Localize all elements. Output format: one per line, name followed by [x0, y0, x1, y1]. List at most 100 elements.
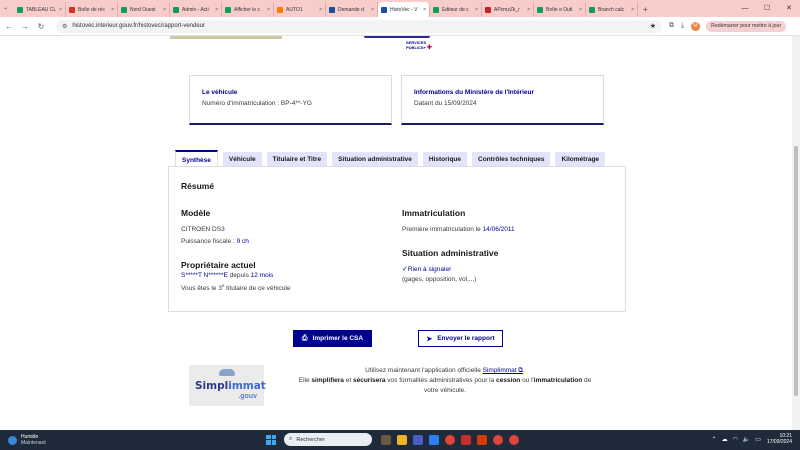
tab-close-icon[interactable]: × — [631, 7, 634, 13]
maximize-icon[interactable]: ☐ — [756, 0, 778, 17]
tab-favicon-icon — [173, 6, 179, 13]
promo-bold-securisera: sécurisera — [352, 377, 386, 384]
tab-synthese[interactable]: Synthèse — [175, 150, 218, 167]
browser-tab[interactable]: TABLEAU CL × — [14, 2, 66, 17]
tray-chevron-icon[interactable]: ⌃ — [712, 436, 717, 443]
promo-text-g: ou l' — [520, 377, 534, 384]
new-tab-button[interactable]: + — [638, 2, 653, 17]
site-info-icon[interactable]: ⚙ — [62, 23, 67, 30]
tab-situation-administrative[interactable]: Situation administrative — [332, 152, 418, 167]
back-icon[interactable]: ← — [2, 22, 16, 31]
volume-icon[interactable]: 🔈 — [743, 436, 750, 443]
page-scrollbar[interactable] — [792, 36, 800, 430]
acrobat-icon[interactable] — [461, 434, 471, 445]
simplimmat-logo[interactable]: Simplimmat .gouv — [189, 365, 266, 406]
owner-rank: Vous êtes le 3e titulaire de ce véhicule — [181, 283, 290, 292]
logo-main-text: Simpl — [195, 380, 229, 392]
tab-close-icon[interactable]: × — [527, 7, 530, 13]
browser-tab[interactable]: Boîte e Outl × — [534, 2, 586, 17]
browser-tab-label: Nord Ouest — [130, 6, 156, 13]
file-explorer-icon[interactable] — [397, 434, 407, 445]
tab-close-icon[interactable]: × — [371, 7, 374, 13]
browser-tab[interactable]: Demande d × — [326, 2, 378, 17]
browser-tab[interactable]: Editeur de c × — [430, 2, 482, 17]
tab-vehicule[interactable]: Véhicule — [222, 152, 262, 167]
tab-titulaire[interactable]: Titulaire et Titre — [266, 152, 328, 167]
owner-since-label: depuis — [227, 272, 251, 279]
window-controls: — ☐ ✕ — [734, 0, 800, 17]
logo-mark-icon: ✚ — [426, 45, 432, 51]
simplimmat-link[interactable]: Simplimmat — [483, 367, 517, 374]
scrollbar-thumb[interactable] — [794, 146, 798, 396]
tab-kilometrage[interactable]: Kilométrage — [555, 152, 606, 167]
print-csa-button[interactable]: ⎙ Imprimer le CSA — [293, 330, 372, 347]
page-content: SERVICES PUBLICS+✚ Le véhicule Numéro d'… — [0, 36, 792, 430]
browser-tab[interactable]: HistoVec - V × — [378, 2, 430, 17]
browser-tab[interactable]: Nord Ouest × — [118, 2, 170, 17]
owner-line: S*****T N******E depuis 12 mois — [181, 272, 273, 279]
browser-tab[interactable]: Afficher le c × — [222, 2, 274, 17]
tab-close-icon[interactable]: × — [267, 7, 270, 13]
services-publics-logo: SERVICES PUBLICS+✚ — [406, 40, 432, 51]
simplimmat-promo: Utilisez maintenant l'application offici… — [280, 366, 610, 396]
clock[interactable]: 10:21 17/09/2024 — [767, 433, 792, 445]
cloud-icon[interactable]: ☁ — [722, 436, 728, 443]
battery-icon[interactable]: ▭ — [755, 436, 761, 443]
tab-close-icon[interactable]: × — [163, 7, 166, 13]
taskbar-search[interactable]: ⌕ Rechercher — [284, 433, 372, 446]
browser-tab[interactable]: Branch calc × — [586, 2, 638, 17]
promo-bold-immatriculation: immatriculation — [533, 377, 583, 384]
car-icon — [219, 369, 235, 376]
tab-close-icon[interactable]: × — [215, 7, 218, 13]
registration-line: Première immatriculation le 14/06/2011 — [402, 226, 515, 233]
send-report-button[interactable]: ➤ Envoyer le rapport — [418, 330, 503, 347]
summary-panel: Résumé Modèle CITROEN DS3 Puissance fisc… — [168, 166, 626, 312]
browser-tab-label: Editeur de c — [442, 6, 469, 13]
tab-close-icon[interactable]: × — [579, 7, 582, 13]
tab-favicon-icon — [69, 6, 75, 13]
header-image-strip — [170, 36, 282, 39]
owner-rank-suffix: titulaire de ce véhicule — [224, 285, 291, 293]
tab-search-icon[interactable]: ⌄ — [3, 4, 8, 11]
vehicle-card: Le véhicule Numéro d'immatriculation : B… — [189, 75, 392, 125]
owner-rank-prefix: Vous êtes le 3 — [181, 285, 222, 293]
chrome-icon[interactable] — [445, 434, 455, 445]
task-view-icon[interactable] — [381, 434, 391, 445]
teams-icon[interactable] — [413, 434, 423, 445]
tab-close-icon[interactable]: × — [319, 7, 322, 13]
forward-icon[interactable]: → — [18, 22, 32, 31]
wifi-icon[interactable]: ◠ — [733, 436, 738, 443]
weather-widget[interactable]: Humide Maintenant — [8, 434, 46, 446]
restart-update-button[interactable]: Redémarrer pour mettre à jour — [706, 20, 787, 32]
extensions-icon[interactable]: ⧉ — [669, 22, 674, 30]
model-title: Modèle — [181, 208, 211, 218]
edge-icon[interactable] — [429, 434, 439, 445]
browser-tab[interactable]: APzmzZk_r × — [482, 2, 534, 17]
tab-close-icon[interactable]: × — [423, 7, 426, 13]
chrome-window-icon[interactable] — [509, 434, 519, 445]
promo-bold-simplifiera: simplifiera — [311, 377, 344, 384]
tab-close-icon[interactable]: × — [475, 7, 478, 13]
tab-historique[interactable]: Historique — [422, 152, 468, 167]
browser-tab[interactable]: AUTO1 × — [274, 2, 326, 17]
reload-icon[interactable]: ↻ — [34, 22, 48, 31]
minimize-icon[interactable]: — — [734, 0, 756, 17]
tab-close-icon[interactable]: × — [111, 7, 114, 13]
windows-start-icon[interactable] — [266, 434, 276, 445]
taskbar-center: ⌕ Rechercher — [266, 433, 522, 446]
registration-title: Immatriculation — [402, 208, 466, 218]
bookmark-star-icon[interactable]: ★ — [650, 22, 656, 30]
close-icon[interactable]: ✕ — [778, 0, 800, 17]
profile-avatar[interactable]: M — [691, 21, 701, 31]
browser-tab-label: TABLEAU CL — [26, 6, 57, 13]
opera-icon[interactable] — [477, 434, 487, 445]
browser-tab[interactable]: Boîte de réc × — [66, 2, 118, 17]
address-bar[interactable]: ⚙ histovec.interieur.gouv.fr/histovec/ra… — [56, 19, 662, 33]
logo-line2: PUBLICS+ — [406, 45, 426, 50]
download-icon[interactable]: ⤓ — [681, 22, 684, 30]
browser-tab[interactable]: Admin - Acti × — [170, 2, 222, 17]
chrome-profile-icon[interactable] — [493, 434, 503, 445]
promo-line-3: votre véhicule. — [424, 387, 466, 394]
tab-close-icon[interactable]: × — [59, 7, 62, 13]
tab-controles-techniques[interactable]: Contrôles techniques — [472, 152, 551, 167]
